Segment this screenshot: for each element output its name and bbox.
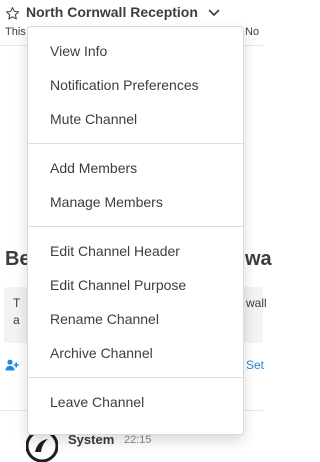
menu-separator <box>28 143 243 144</box>
channel-header-description-right: No <box>245 26 260 38</box>
channel-intro-title-right: wa <box>245 248 272 270</box>
chevron-down-icon[interactable] <box>208 8 220 18</box>
add-member-icon[interactable] <box>5 359 19 371</box>
menu-section: View Info Notification Preferences Mute … <box>28 27 243 136</box>
channel-header-description: This <box>5 26 26 38</box>
menu-item-edit-channel-header[interactable]: Edit Channel Header <box>28 234 243 268</box>
menu-item-notification-preferences[interactable]: Notification Preferences <box>28 68 243 102</box>
menu-section: Add Members Manage Members <box>28 151 243 219</box>
menu-separator <box>28 226 243 227</box>
intro-box-text-1: T <box>13 296 21 310</box>
menu-item-edit-channel-purpose[interactable]: Edit Channel Purpose <box>28 268 243 302</box>
star-icon[interactable] <box>5 6 20 21</box>
intro-box-text-2: a <box>13 313 20 327</box>
menu-item-view-info[interactable]: View Info <box>28 34 243 68</box>
channel-dropdown-menu: View Info Notification Preferences Mute … <box>27 26 244 435</box>
menu-item-rename-channel[interactable]: Rename Channel <box>28 302 243 336</box>
menu-section: Edit Channel Header Edit Channel Purpose… <box>28 234 243 370</box>
menu-section: Leave Channel <box>28 385 243 419</box>
intro-box-text-right: wall <box>246 296 267 310</box>
menu-item-manage-members[interactable]: Manage Members <box>28 185 243 219</box>
set-header-link[interactable]: Set <box>246 358 264 372</box>
menu-item-mute-channel[interactable]: Mute Channel <box>28 102 243 136</box>
menu-separator <box>28 377 243 378</box>
post-time[interactable]: 22:15 <box>124 434 152 446</box>
menu-item-add-members[interactable]: Add Members <box>28 151 243 185</box>
channel-name[interactable]: North Cornwall Reception <box>26 4 198 20</box>
menu-item-leave-channel[interactable]: Leave Channel <box>28 385 243 419</box>
menu-item-archive-channel[interactable]: Archive Channel <box>28 336 243 370</box>
